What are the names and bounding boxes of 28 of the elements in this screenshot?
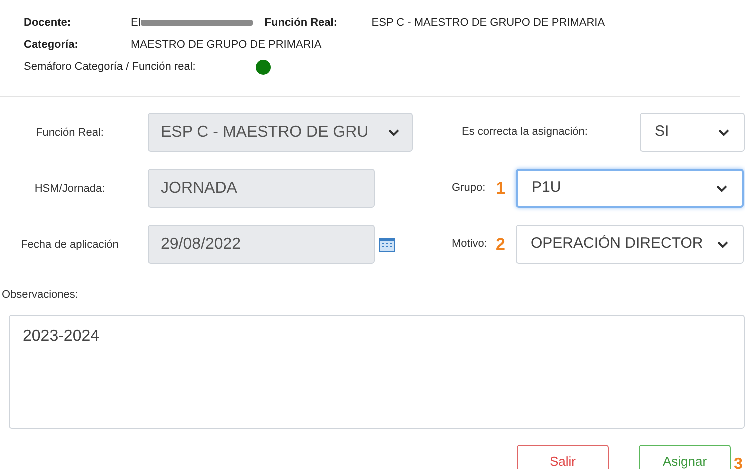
field-label: Docente: xyxy=(24,16,72,31)
field-label: Grupo: xyxy=(452,181,487,196)
step-number: 2 xyxy=(495,234,506,256)
dropdown[interactable]: P1U xyxy=(516,169,744,208)
chevron-down-icon xyxy=(717,240,729,248)
text-area[interactable]: 2023-2024 xyxy=(9,314,745,428)
field-label: Función Real: xyxy=(35,126,105,138)
field-label: Función Real: xyxy=(264,16,339,31)
field-value: El xyxy=(131,16,141,31)
field-value: MAESTRO DE GRUPO DE PRIMARIA xyxy=(131,38,322,53)
assign-button[interactable]: Asignar xyxy=(639,444,731,469)
field-label: HSM/Jornada: xyxy=(34,182,106,194)
field-label: Categoría: xyxy=(24,38,80,53)
field-label: Fecha de aplicación xyxy=(20,238,120,250)
dropdown[interactable]: SI xyxy=(640,113,745,152)
field-value: ESP C - MAESTRO DE GRUPO DE PRIMARIA xyxy=(372,16,606,31)
exit-button[interactable]: Salir xyxy=(517,444,609,469)
field-label: Motivo: xyxy=(452,237,488,252)
calendar-icon[interactable] xyxy=(379,238,395,252)
field-label: Semáforo Categoría / Función real: xyxy=(24,60,197,75)
chevron-down-icon xyxy=(716,184,728,192)
field-label: Observaciones: xyxy=(2,288,80,303)
dropdown[interactable]: OPERACIÓN DIRECTOR xyxy=(516,225,744,264)
step-number: 1 xyxy=(495,178,506,200)
step-number: 3 xyxy=(734,454,743,469)
field-label: Es correcta la asignación: xyxy=(462,125,589,140)
chevron-down-icon xyxy=(388,128,400,136)
chevron-down-icon xyxy=(718,128,730,136)
